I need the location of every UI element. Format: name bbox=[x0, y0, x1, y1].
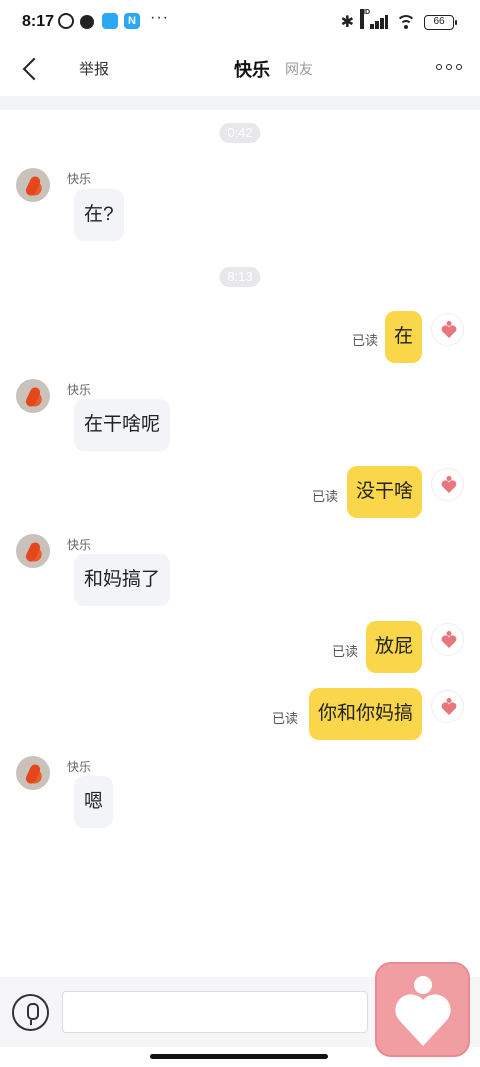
read-status: 已读 bbox=[311, 489, 338, 504]
app-notification-icon bbox=[102, 13, 118, 29]
status-indicators: ✱ HD 66 bbox=[340, 9, 457, 32]
status-time: 8:17 bbox=[22, 13, 55, 30]
read-status: 已读 bbox=[331, 644, 358, 659]
back-icon[interactable] bbox=[20, 56, 46, 82]
outgoing-message[interactable]: 放屁 bbox=[365, 621, 422, 673]
sender-name: 快乐 bbox=[67, 383, 92, 397]
more-notifications-icon: ··· bbox=[150, 9, 169, 26]
timestamp: 8:13 bbox=[219, 267, 261, 287]
chat-subtitle: 网友 bbox=[285, 61, 313, 77]
contact-avatar[interactable] bbox=[16, 756, 50, 790]
self-avatar[interactable] bbox=[431, 468, 464, 501]
read-status: 已读 bbox=[351, 333, 378, 348]
status-bar: 8:17 N ··· ✱ HD 66 bbox=[0, 0, 480, 46]
sender-name: 快乐 bbox=[67, 760, 92, 774]
incoming-message[interactable]: 在? bbox=[74, 189, 124, 241]
chat-title: 快乐 bbox=[234, 60, 270, 80]
heart-icon bbox=[441, 698, 457, 715]
incoming-message[interactable]: 在干啥呢 bbox=[74, 399, 171, 451]
home-indicator[interactable] bbox=[150, 1054, 328, 1059]
app-n-notification-icon: N bbox=[124, 13, 140, 29]
outgoing-message[interactable]: 你和你妈搞 bbox=[308, 688, 422, 740]
self-avatar[interactable] bbox=[431, 313, 464, 346]
read-status: 已读 bbox=[271, 711, 298, 726]
message-input[interactable] bbox=[62, 991, 368, 1033]
self-avatar[interactable] bbox=[431, 623, 464, 656]
notification-dot-icon bbox=[80, 15, 94, 29]
microphone-icon[interactable] bbox=[12, 994, 49, 1031]
contact-avatar[interactable] bbox=[16, 379, 50, 413]
heart-icon bbox=[441, 476, 457, 493]
incoming-message[interactable]: 嗯 bbox=[74, 776, 114, 828]
heart-icon bbox=[395, 976, 451, 1046]
network-type-label: HD bbox=[360, 9, 370, 29]
self-avatar[interactable] bbox=[431, 690, 464, 723]
sender-name: 快乐 bbox=[67, 172, 92, 186]
battery-icon: 66 bbox=[424, 14, 457, 30]
incoming-message[interactable]: 和妈搞了 bbox=[74, 554, 171, 606]
timestamp: 0:42 bbox=[219, 123, 261, 143]
outgoing-message[interactable]: 在 bbox=[384, 311, 422, 363]
outgoing-message[interactable]: 没干啥 bbox=[346, 466, 422, 518]
heart-icon bbox=[441, 321, 457, 338]
wifi-icon bbox=[396, 15, 416, 29]
heart-icon bbox=[441, 631, 457, 648]
contact-avatar[interactable] bbox=[16, 534, 50, 568]
bluetooth-icon: ✱ bbox=[340, 14, 354, 31]
report-button[interactable]: 举报 bbox=[79, 58, 109, 79]
sender-name: 快乐 bbox=[67, 538, 92, 552]
chat-header: 举报 快乐 网友 bbox=[0, 46, 480, 96]
signal-icon: HD bbox=[360, 9, 388, 29]
heart-button[interactable] bbox=[375, 962, 470, 1057]
more-options-icon[interactable] bbox=[436, 57, 462, 77]
header-divider bbox=[0, 96, 480, 110]
contact-avatar[interactable] bbox=[16, 168, 50, 202]
alarm-icon bbox=[58, 13, 74, 29]
